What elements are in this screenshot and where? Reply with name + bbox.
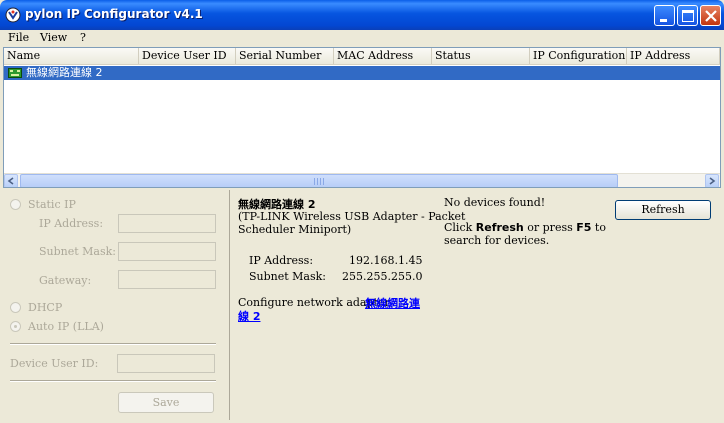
ip-address-field[interactable] (118, 214, 216, 233)
list-item[interactable]: 無線網路連線 2 (4, 66, 720, 80)
close-icon (705, 10, 717, 22)
adapter-mask-label: Subnet Mask: (249, 270, 327, 283)
scroll-right-button[interactable] (705, 174, 719, 187)
static-ip-radio[interactable] (10, 199, 21, 210)
menu-help[interactable]: ? (80, 31, 86, 44)
column-device-user-id[interactable]: Device User ID (139, 48, 236, 64)
pylon-app-icon (5, 7, 21, 23)
minimize-button[interactable] (654, 5, 675, 26)
search-hint: Click Refresh or press F5 to (444, 221, 606, 234)
minimize-icon (660, 19, 667, 22)
title-bar[interactable]: pylon IP Configurator v4.1 (0, 0, 724, 30)
device-user-id-field[interactable] (117, 354, 215, 373)
close-button[interactable] (700, 5, 721, 26)
divider (10, 380, 216, 382)
gateway-field[interactable] (118, 270, 216, 289)
maximize-button[interactable] (677, 5, 698, 26)
adapter-description-line1: (TP-LINK Wireless USB Adapter - Packet (238, 210, 466, 223)
adapter-mask-value: 255.255.255.0 (342, 270, 423, 283)
auto-ip-radio[interactable] (10, 321, 21, 332)
dhcp-radio[interactable] (10, 302, 21, 313)
configure-adapter-link-cont[interactable]: 線 2 (238, 308, 260, 324)
chevron-left-icon (7, 177, 14, 185)
auto-ip-label: Auto IP (LLA) (28, 320, 104, 333)
column-serial-number[interactable]: Serial Number (236, 48, 334, 64)
column-ip-configuration[interactable]: IP Configuration (530, 48, 627, 64)
no-devices-text: No devices found! (444, 196, 546, 209)
column-mac-address[interactable]: MAC Address (334, 48, 432, 64)
maximize-icon (682, 10, 694, 22)
list-header: Name Device User ID Serial Number MAC Ad… (4, 48, 720, 65)
f5-keyword: F5 (576, 221, 592, 234)
menu-bar: File View ? (0, 30, 724, 47)
configure-adapter-link[interactable]: 無線網路連 (365, 295, 420, 311)
adapter-ip-value: 192.168.1.45 (349, 254, 423, 267)
search-hint-line2: search for devices. (444, 234, 550, 247)
static-ip-label: Static IP (28, 198, 76, 211)
column-name[interactable]: Name (4, 48, 139, 64)
divider (10, 343, 216, 345)
scrollbar-thumb[interactable] (20, 174, 618, 187)
gateway-label: Gateway: (39, 274, 92, 287)
column-ip-address[interactable]: IP Address (627, 48, 720, 64)
menu-file[interactable]: File (8, 31, 29, 44)
device-user-id-label: Device User ID: (10, 357, 99, 370)
adapter-description-line2: Scheduler Miniport) (238, 223, 352, 236)
column-status[interactable]: Status (432, 48, 530, 64)
row-name: 無線網路連線 2 (26, 66, 103, 79)
details-area: Static IP IP Address: Subnet Mask: Gatew… (3, 190, 721, 420)
window-title: pylon IP Configurator v4.1 (25, 7, 203, 21)
subnet-mask-field[interactable] (118, 242, 216, 261)
ip-address-label: IP Address: (39, 217, 104, 230)
subnet-mask-label: Subnet Mask: (39, 245, 117, 258)
scroll-left-button[interactable] (4, 174, 18, 187)
refresh-keyword: Refresh (475, 221, 524, 234)
dhcp-label: DHCP (28, 301, 63, 314)
refresh-button[interactable]: Refresh (615, 200, 711, 220)
network-adapter-icon (8, 68, 22, 78)
chevron-right-icon (709, 177, 716, 185)
save-button[interactable]: Save (118, 392, 214, 413)
grip-icon (314, 178, 324, 185)
device-list[interactable]: Name Device User ID Serial Number MAC Ad… (3, 47, 721, 188)
horizontal-scrollbar[interactable] (4, 173, 720, 187)
menu-view[interactable]: View (40, 31, 67, 44)
ip-config-panel: Static IP IP Address: Subnet Mask: Gatew… (3, 190, 230, 420)
adapter-ip-label: IP Address: (249, 254, 314, 267)
